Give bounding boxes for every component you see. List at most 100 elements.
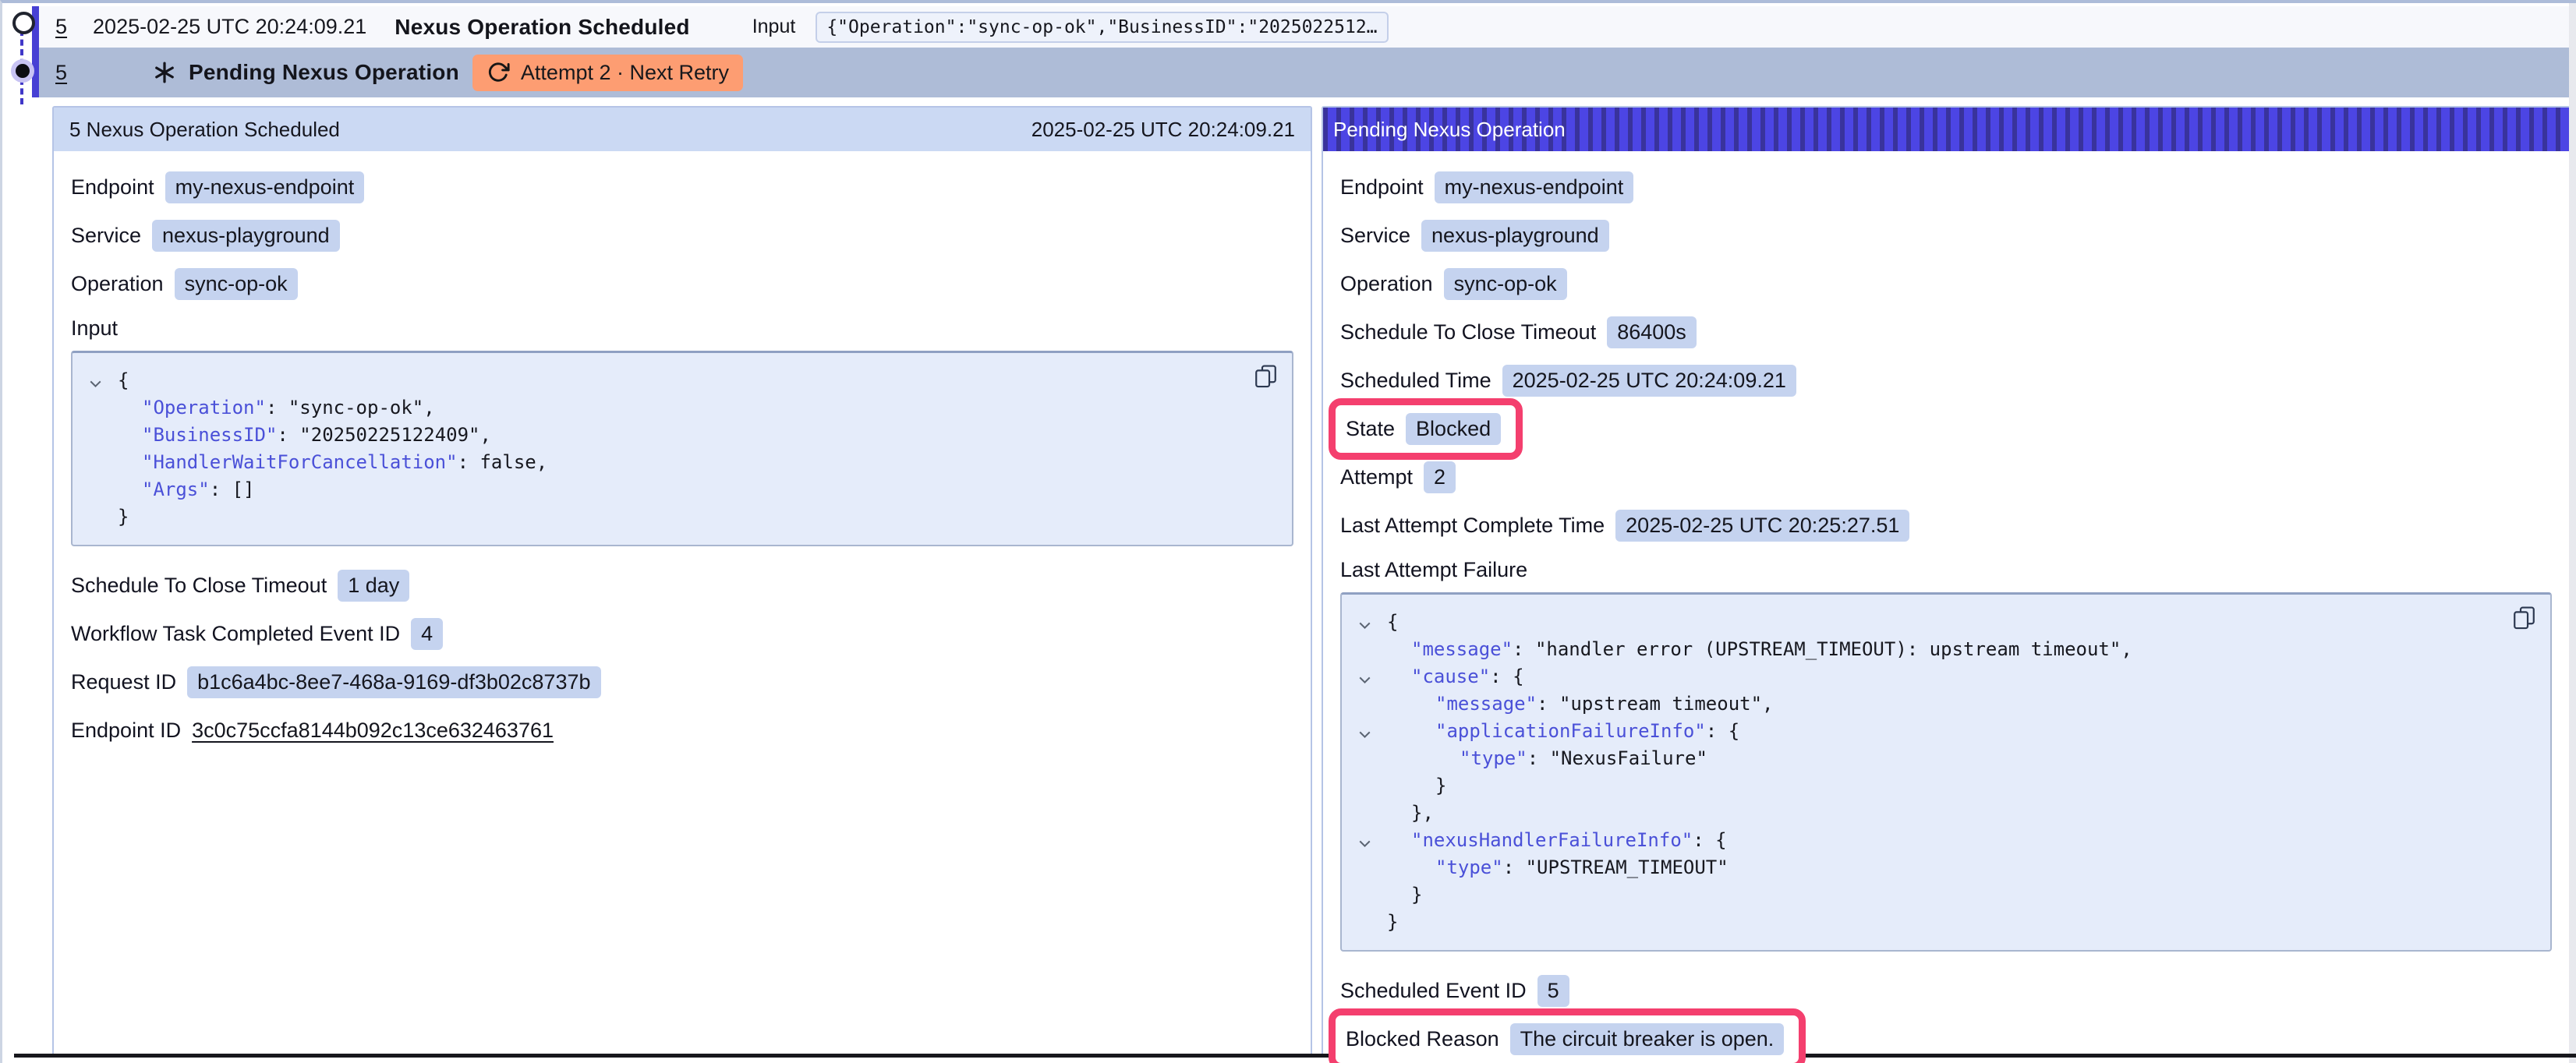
temporal-event-history-screen: 5 2025-02-25 UTC 20:24:09.21 Nexus Opera… [0, 0, 2576, 1063]
code-line: { [85, 367, 1273, 394]
chevron-spacer [1354, 745, 1387, 772]
field-value-badge: 2025-02-25 UTC 20:25:27.51 [1615, 510, 1909, 542]
code-text: } [1387, 772, 1446, 800]
chevron-spacer [1354, 854, 1387, 881]
field-label: Last Attempt Complete Time [1340, 514, 1605, 538]
collapse-chevron-icon[interactable] [1354, 718, 1387, 745]
field-row-schedule-to-close-timeout: Schedule To Close Timeout86400s [1340, 315, 2553, 349]
code-line: "Args": [] [85, 476, 1273, 503]
field-row-operation: Operationsync-op-ok [1340, 267, 2553, 301]
field-label: Operation [71, 272, 164, 296]
collapse-chevron-icon[interactable] [85, 367, 118, 394]
field-label: Endpoint ID [71, 719, 181, 743]
code-line: "BusinessID": "20250225122409", [85, 422, 1273, 449]
field-label: Endpoint [71, 175, 154, 200]
field-value-badge: 2025-02-25 UTC 20:24:09.21 [1502, 365, 1796, 397]
field-label: State [1346, 417, 1395, 441]
field-label: Request ID [71, 670, 176, 694]
field-row-service: Servicenexus-playground [1340, 218, 2553, 253]
code-text: "applicationFailureInfo": { [1387, 718, 1739, 745]
code-line: "applicationFailureInfo": { [1354, 718, 2532, 745]
code-text: "nexusHandlerFailureInfo": { [1387, 827, 1727, 854]
scheduled-event-detail-panel: 5 Nexus Operation Scheduled 2025-02-25 U… [52, 106, 1312, 1056]
chevron-spacer [1354, 772, 1387, 800]
field-row-schedule-to-close-timeout: Schedule To Close Timeout1 day [71, 568, 1295, 602]
code-line: }, [1354, 800, 2532, 827]
chevron-spacer [85, 503, 118, 531]
field-row-endpoint: Endpointmy-nexus-endpoint [1340, 170, 2553, 204]
code-line: "cause": { [1354, 663, 2532, 690]
vertical-scrollbar[interactable] [2569, 3, 2576, 1063]
event-id-link[interactable]: 5 [55, 15, 67, 39]
field-value-badge: Blocked [1406, 413, 1501, 445]
collapse-chevron-icon[interactable] [1354, 663, 1387, 690]
annotation-highlight-state: State Blocked [1329, 398, 1523, 460]
code-text: { [118, 367, 129, 394]
field-row-attempt: Attempt2 [1340, 460, 2553, 494]
field-value-badge: my-nexus-endpoint [1435, 171, 1634, 203]
copy-button[interactable] [2512, 606, 2536, 632]
field-label: Service [1340, 224, 1410, 248]
field-label: Operation [1340, 272, 1433, 296]
pending-panel-header: Pending Nexus Operation [1323, 108, 2569, 151]
code-line: "nexusHandlerFailureInfo": { [1354, 827, 2532, 854]
field-value-badge: my-nexus-endpoint [165, 171, 365, 203]
code-text: "BusinessID": "20250225122409", [118, 422, 491, 449]
code-text: } [118, 503, 129, 531]
collapse-chevron-icon[interactable] [1354, 609, 1387, 636]
chevron-spacer [85, 394, 118, 422]
code-line: "message": "handler error (UPSTREAM_TIME… [1354, 636, 2532, 663]
code-line: { [1354, 609, 2532, 636]
code-line: } [85, 503, 1273, 531]
code-text: "Operation": "sync-op-ok", [118, 394, 435, 422]
panel-title: Pending Nexus Operation [1333, 118, 1566, 142]
chevron-spacer [85, 422, 118, 449]
panel-timestamp: 2025-02-25 UTC 20:24:09.21 [1031, 118, 1295, 142]
event-title: Nexus Operation Scheduled [395, 15, 689, 40]
scheduled-panel-header: 5 Nexus Operation Scheduled 2025-02-25 U… [54, 108, 1311, 151]
input-preview-chip[interactable]: {"Operation":"sync-op-ok","BusinessID":"… [816, 12, 1388, 43]
field-value-badge: nexus-playground [152, 220, 340, 252]
field-label: Schedule To Close Timeout [1340, 320, 1596, 344]
field-value-badge: b1c6a4bc-8ee7-468a-9169-df3b02c8737b [187, 666, 600, 698]
field-value-badge: The circuit breaker is open. [1510, 1023, 1785, 1055]
field-label: Service [71, 224, 141, 248]
scheduled-panel-body: Endpoint my-nexus-endpoint Service nexus-pl… [54, 151, 1311, 747]
code-line: } [1354, 909, 2532, 936]
code-label-input: Input [71, 315, 1295, 341]
pending-asterisk-icon [153, 61, 176, 84]
event-id-link[interactable]: 5 [55, 61, 67, 85]
chevron-spacer [1354, 800, 1387, 827]
input-label: Input [752, 16, 796, 38]
collapse-chevron-icon[interactable] [1354, 827, 1387, 854]
timeline-filled-dot[interactable] [11, 59, 34, 83]
copy-button[interactable] [1254, 364, 1278, 390]
code-block-last-attempt-failure: {"message": "handler error (UPSTREAM_TIM… [1340, 592, 2552, 952]
attempt-retry-label: Attempt 2 · Next Retry [521, 61, 729, 85]
field-value-link[interactable]: 3c0c75ccfa8144b092c13ce632463761 [192, 719, 554, 743]
field-label: Scheduled Event ID [1340, 979, 1527, 1003]
bottom-divider-line [14, 1054, 2576, 1058]
event-row-nexus-operation-scheduled[interactable]: 5 2025-02-25 UTC 20:24:09.21 Nexus Opera… [39, 6, 2569, 48]
chevron-spacer [1354, 909, 1387, 936]
code-text: { [1387, 609, 1398, 636]
field-row-last-attempt-complete-time: Last Attempt Complete Time 2025-02-25 UTC… [1340, 508, 2553, 542]
field-label: Scheduled Time [1340, 369, 1491, 393]
code-label-last-attempt-failure: Last Attempt Failure [1340, 556, 2553, 583]
code-text: "type": "UPSTREAM_TIMEOUT" [1387, 854, 1729, 881]
code-line: "HandlerWaitForCancellation": false, [85, 449, 1273, 476]
code-text: "HandlerWaitForCancellation": false, [118, 449, 547, 476]
event-row-pending-nexus-operation[interactable]: 5 Pending Nexus Operation Attempt 2 · Ne… [39, 48, 2569, 97]
code-block-input: {"Operation": "sync-op-ok","BusinessID":… [71, 351, 1293, 546]
code-line: "Operation": "sync-op-ok", [85, 394, 1273, 422]
field-value-badge: 1 day [338, 570, 409, 602]
field-label: Attempt [1340, 465, 1413, 489]
field-row-request-id: Request ID b1c6a4bc-8ee7-468a-9169-df3b02… [71, 665, 1295, 699]
timeline-hollow-dot[interactable] [12, 12, 35, 34]
panel-title: 5 Nexus Operation Scheduled [69, 118, 340, 142]
code-text: "Args": [] [118, 476, 255, 503]
pending-panel-body: Endpointmy-nexus-endpoint Servicenexus-pl… [1323, 151, 2569, 1056]
code-text: "message": "upstream timeout", [1387, 690, 1774, 718]
code-line: "type": "NexusFailure" [1354, 745, 2532, 772]
field-row-endpoint: Endpoint my-nexus-endpoint [71, 170, 1295, 204]
